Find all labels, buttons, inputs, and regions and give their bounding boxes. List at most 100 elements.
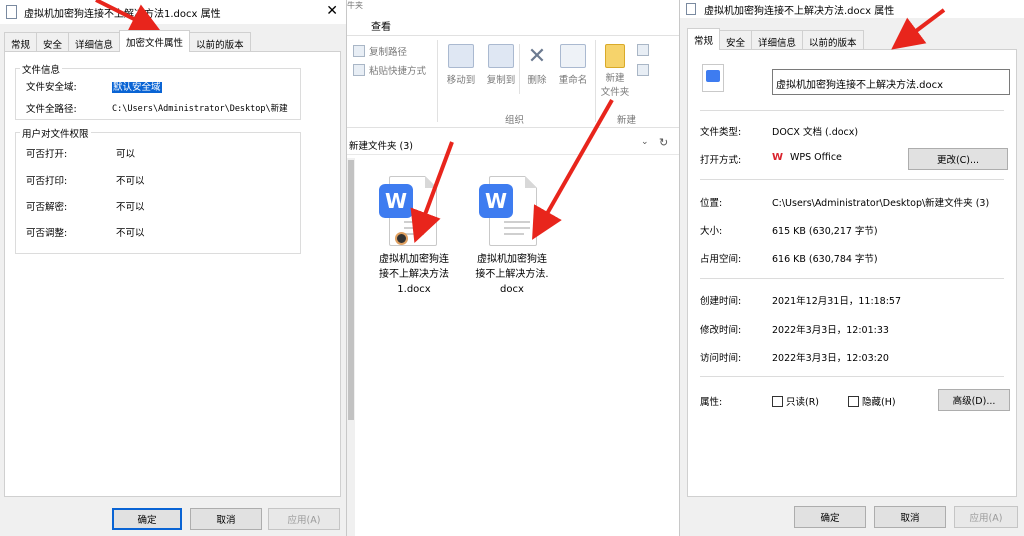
- tab-encrypted-file-properties[interactable]: 加密文件属性: [119, 30, 191, 52]
- rename-icon: [560, 44, 586, 68]
- organize-group-label: 组织: [505, 115, 525, 126]
- size-value: 615 KB (630,217 字节): [772, 226, 878, 237]
- file-name-2-line: 虚拟机加密狗连: [477, 254, 547, 265]
- file-name-1-line: 虚拟机加密狗连: [379, 254, 449, 265]
- divider: [700, 278, 1004, 279]
- word-logo-icon: W: [479, 184, 513, 218]
- file-explorer-window: 牛夹 查看 复制路径 粘贴快捷方式 移动到 复制到 ✕ 删除 重命名 组织 新建…: [347, 0, 679, 536]
- address-bar[interactable]: 新建文件夹 (3) ⌄ ↻: [347, 133, 679, 155]
- readonly-label: 只读(R): [786, 397, 820, 408]
- tab-details[interactable]: 详细信息: [68, 32, 121, 52]
- document-icon: [6, 5, 17, 19]
- encrypted-docx-file-icon[interactable]: W: [379, 176, 437, 248]
- accessed-label: 访问时间:: [700, 353, 742, 364]
- copy-path-icon: [353, 45, 365, 57]
- move-to-icon: [448, 44, 474, 68]
- copy-path-button[interactable]: 复制路径: [353, 44, 407, 58]
- vertical-scrollbar[interactable]: [347, 158, 355, 536]
- easy-access-button[interactable]: [637, 64, 649, 76]
- right-dialog-title: 虚拟机加密狗连接不上解决方法.docx 属性: [704, 6, 895, 17]
- change-button[interactable]: 更改(C)...: [908, 148, 1008, 170]
- readonly-checkbox[interactable]: 只读(R): [772, 394, 819, 408]
- file-type-value: DOCX 文档 (.docx): [772, 127, 859, 138]
- scrollbar-thumb[interactable]: [348, 160, 354, 420]
- cancel-button[interactable]: 取消: [874, 506, 946, 528]
- can-decrypt-value: 不可以: [116, 202, 145, 213]
- new-item-button[interactable]: [637, 44, 649, 56]
- paste-shortcut-label: 粘贴快捷方式: [369, 66, 427, 77]
- tab-details[interactable]: 详细信息: [751, 30, 804, 50]
- permissions-group-title: 用户对文件权限: [20, 126, 91, 140]
- cancel-button[interactable]: 取消: [190, 508, 262, 530]
- full-path-value: C:\Users\Administrator\Desktop\新建: [112, 104, 288, 114]
- delete-x-icon: ✕: [527, 43, 547, 69]
- explorer-ribbon: 牛夹 查看 复制路径 粘贴快捷方式 移动到 复制到 ✕ 删除 重命名 组织 新建…: [347, 0, 679, 128]
- file-properties-dialog: 虚拟机加密狗连接不上解决方法.docx 属性 常规 安全 详细信息 以前的版本 …: [679, 0, 1024, 536]
- ribbon-tab-bar: 查看: [347, 12, 679, 36]
- tab-security[interactable]: 安全: [36, 32, 70, 52]
- left-dialog-title: 虚拟机加密狗连接不上解决方法1.docx 属性: [24, 9, 221, 20]
- file-name-2-line: 接不上解决方法.: [475, 269, 549, 280]
- file-name-1-line: 1.docx: [397, 284, 431, 295]
- checkbox-icon: [848, 396, 859, 407]
- ribbon-separator: [437, 40, 438, 122]
- refresh-icon[interactable]: ↻: [659, 136, 668, 149]
- file-name-2[interactable]: 虚拟机加密狗连 接不上解决方法. docx: [467, 252, 557, 297]
- right-dialog-tabs: 常规 安全 详细信息 以前的版本: [687, 28, 864, 50]
- location-label: 位置:: [700, 198, 723, 209]
- ok-button[interactable]: 确定: [794, 506, 866, 528]
- ok-button[interactable]: 确定: [112, 508, 182, 530]
- created-label: 创建时间:: [700, 296, 742, 307]
- easy-access-icon: [637, 64, 649, 76]
- tab-view[interactable]: 查看: [371, 18, 391, 33]
- modified-value: 2022年3月3日，12:01:33: [772, 325, 889, 336]
- tab-previous-versions[interactable]: 以前的版本: [802, 30, 864, 50]
- hidden-label: 隐藏(H): [862, 397, 896, 408]
- new-folder-button[interactable]: 新建 文件夹: [593, 44, 637, 100]
- right-dialog-panel: 虚拟机加密狗连接不上解决方法.docx 文件类型: DOCX 文档 (.docx…: [687, 49, 1017, 497]
- tab-general[interactable]: 常规: [687, 28, 721, 50]
- modified-label: 修改时间:: [700, 325, 742, 336]
- disk-size-label: 占用空间:: [700, 254, 742, 265]
- rename-button[interactable]: 重命名: [551, 44, 595, 86]
- word-logo-icon: W: [379, 184, 413, 218]
- word-logo-icon: [706, 70, 720, 82]
- user-permissions-group: 用户对文件权限 可否打开: 可以 可否打印: 不可以 可否解密: 不可以 可否调…: [15, 126, 301, 254]
- move-to-button[interactable]: 移动到: [439, 44, 483, 86]
- chevron-down-icon[interactable]: ⌄: [641, 137, 649, 147]
- tab-previous-versions[interactable]: 以前的版本: [189, 32, 251, 52]
- file-name-1-line: 接不上解决方法: [379, 269, 449, 280]
- can-open-value: 可以: [116, 149, 136, 160]
- docx-file-icon[interactable]: W: [479, 176, 537, 248]
- open-with-value: W WPS Office: [772, 152, 842, 163]
- copy-to-icon: [488, 44, 514, 68]
- explorer-top-strip: 牛夹: [347, 1, 363, 10]
- accessed-value: 2022年3月3日，12:03:20: [772, 353, 889, 364]
- can-adjust-label: 可否调整:: [26, 228, 68, 239]
- open-with-label: 打开方式:: [700, 155, 742, 166]
- copy-path-label: 复制路径: [369, 47, 408, 58]
- file-info-group: 文件信息 文件安全域: 默认安全域 文件全路径: C:\Users\Admini…: [15, 62, 301, 120]
- security-domain-value[interactable]: 默认安全域: [112, 82, 162, 93]
- can-open-label: 可否打开:: [26, 149, 68, 160]
- docx-file-icon: [702, 64, 724, 92]
- tab-security[interactable]: 安全: [719, 30, 753, 50]
- apply-button[interactable]: 应用(A): [268, 508, 340, 530]
- tab-general[interactable]: 常规: [4, 32, 38, 52]
- file-name-1[interactable]: 虚拟机加密狗连 接不上解决方法 1.docx: [369, 252, 459, 297]
- close-icon[interactable]: ✕: [326, 3, 338, 19]
- paste-shortcut-icon: [353, 64, 365, 76]
- attributes-label: 属性:: [700, 397, 723, 408]
- can-adjust-value: 不可以: [116, 228, 145, 239]
- encryption-lock-icon: [395, 232, 408, 245]
- apply-button[interactable]: 应用(A): [954, 506, 1018, 528]
- full-path-label: 文件全路径:: [26, 104, 77, 115]
- document-icon: [686, 3, 696, 15]
- paste-shortcut-button[interactable]: 粘贴快捷方式: [353, 63, 426, 77]
- file-name-input[interactable]: 虚拟机加密狗连接不上解决方法.docx: [772, 69, 1010, 95]
- new-item-icon: [637, 44, 649, 56]
- advanced-button[interactable]: 高级(D)...: [938, 389, 1010, 411]
- file-name-2-line: docx: [500, 284, 524, 295]
- can-decrypt-label: 可否解密:: [26, 202, 68, 213]
- hidden-checkbox[interactable]: 隐藏(H): [848, 394, 896, 408]
